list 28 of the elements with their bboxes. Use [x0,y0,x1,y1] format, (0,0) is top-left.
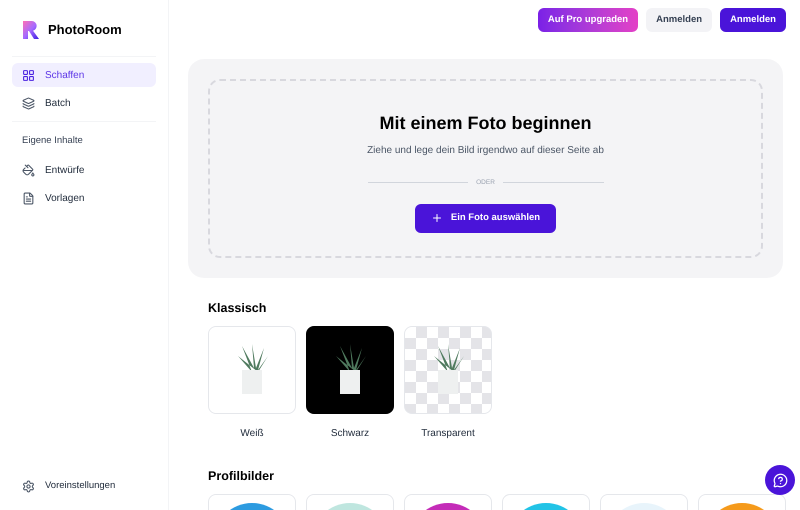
header-button[interactable]: Anmelden [646,8,712,32]
upload-title: Mit einem Foto beginnen [380,112,592,135]
header-button[interactable]: Anmelden [720,8,786,32]
section-heading: Profilbilder [208,468,274,485]
section-title: Eigene Inhalte [21,134,84,148]
sidebar-item[interactable]: Schaffen [12,63,156,87]
help-icon [772,472,788,488]
preview-label: Weiß [240,426,264,441]
sidebar-item[interactable]: Voreinstellungen [12,474,156,498]
preview-label: Schwarz [330,426,370,441]
choose-photo-button[interactable]: Ein Foto auswählen [414,204,556,233]
sidebar-item[interactable]: Batch [12,91,156,115]
background-preview[interactable] [306,326,394,414]
brand-name: PhotoRoom [48,21,122,40]
nav-icon [22,96,35,110]
settings-icon [22,480,35,492]
logo-icon [22,20,40,40]
sidebar-item[interactable]: Entwürfe [12,158,156,182]
preview-label: Transparent [421,426,475,441]
section-heading: Klassisch [208,300,266,317]
help-button[interactable] [765,465,795,495]
nav-icon [22,68,35,82]
sidebar-item[interactable]: Vorlagen [12,186,156,210]
plus-icon [430,212,443,224]
header-button[interactable]: Auf Pro upgraden [538,8,638,32]
upload-subtitle: Ziehe und lege dein Bild irgendwo auf dieser Seite ab [367,144,604,158]
nav-icon [22,164,35,177]
nav-icon [22,192,35,205]
